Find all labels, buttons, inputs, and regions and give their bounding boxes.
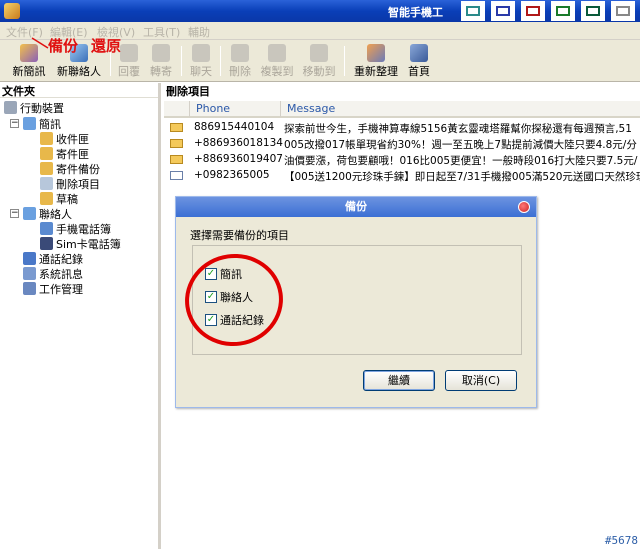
toolbar-separator (344, 46, 345, 76)
copy-to-button[interactable]: 複製到 (258, 42, 296, 80)
skin-darkgreen-button[interactable] (581, 1, 605, 21)
envelope-icon (170, 139, 183, 148)
column-message[interactable]: Message (281, 101, 640, 117)
envelope-icon (170, 123, 183, 132)
contacts-folder-icon (23, 207, 36, 220)
expander-sms[interactable]: − (10, 119, 19, 128)
refresh-button[interactable]: 重新整理 (351, 42, 401, 80)
outbox-icon (40, 147, 53, 160)
skin-blue-button[interactable] (491, 1, 515, 21)
chat-icon (192, 44, 210, 62)
cancel-button[interactable]: 取消(C) (445, 370, 517, 391)
tree-item-outbox[interactable]: 寄件匣 (40, 146, 89, 161)
continue-button[interactable]: 繼續 (363, 370, 435, 391)
tree-item-sent[interactable]: 寄件備份 (40, 161, 100, 176)
tree-item-system-message[interactable]: 系統訊息 (23, 266, 83, 281)
menu-tools[interactable]: 工具(T) (143, 24, 180, 40)
table-row[interactable]: 886915440104 探索前世今生，手機神算專線5156黃玄靈魂塔羅幫你探秘… (164, 120, 640, 136)
envelope-icon (170, 155, 183, 164)
tree-item-deleted[interactable]: 刪除項目 (40, 176, 100, 191)
chat-button[interactable]: 聊天 (186, 42, 216, 80)
column-header: Phone Message (164, 101, 640, 118)
reply-icon (120, 44, 138, 62)
dialog-title: 備份 (176, 197, 536, 217)
tree-item-call-log[interactable]: 通話紀錄 (23, 251, 83, 266)
title-bar: 智能手機工 (0, 0, 640, 22)
annotation-arrow (31, 37, 49, 49)
move-to-button[interactable]: 移動到 (300, 42, 338, 80)
message-panel-title: 刪除項目 (166, 85, 210, 98)
close-icon[interactable] (518, 201, 530, 213)
dialog-prompt: 選擇需要備份的項目 (190, 229, 289, 242)
annotation-restore: 還原 (91, 37, 122, 55)
tree-item-sms[interactable]: 簡訊 (23, 116, 61, 131)
skin-teal-button[interactable] (461, 1, 485, 21)
delete-icon (231, 44, 249, 62)
delete-button[interactable]: 刪除 (225, 42, 255, 80)
system-message-icon (23, 267, 36, 280)
table-row[interactable]: +886936019407 油價要漲，荷包要顧哦！016比005更便宜！一般時段… (164, 152, 640, 168)
folder-panel-title: 文件夾 (0, 83, 158, 98)
sent-icon (40, 162, 53, 175)
tree-item-inbox[interactable]: 收件匣 (40, 131, 89, 146)
window-title: 智能手機工 (388, 6, 443, 19)
deleted-icon (40, 177, 53, 190)
toolbar-separator (220, 46, 221, 76)
table-row[interactable]: +886936018134 005改撥017帳單現省約30%！週一至五晚上7點提… (164, 136, 640, 152)
forward-icon (152, 44, 170, 62)
skin-green-button[interactable] (551, 1, 575, 21)
call-log-icon (23, 252, 36, 265)
table-row[interactable]: +0982365005 【005送1200元珍珠手鍊】即日起至7/31手機撥00… (164, 168, 640, 184)
tree-item-phone-book[interactable]: 手機電話簿 (40, 221, 111, 236)
move-to-icon (310, 44, 328, 62)
phone-book-icon (40, 222, 53, 235)
tree-item-contacts[interactable]: 聯絡人 (23, 206, 72, 221)
refresh-icon (367, 44, 385, 62)
expander-contacts[interactable]: − (10, 209, 19, 218)
open-envelope-icon (170, 171, 183, 180)
copy-to-icon (268, 44, 286, 62)
home-button[interactable]: 首頁 (404, 42, 434, 80)
tree-item-sim-book[interactable]: Sim卡電話簿 (40, 236, 121, 251)
forward-button[interactable]: 轉寄 (146, 42, 176, 80)
menu-help[interactable]: 輔助 (188, 24, 210, 40)
watermark: #5678 (604, 534, 638, 547)
column-phone[interactable]: Phone (190, 101, 281, 117)
toolbar-separator (181, 46, 182, 76)
app-icon (4, 3, 20, 19)
device-icon (4, 101, 17, 114)
inbox-icon (40, 132, 53, 145)
folder-panel: 文件夾 行動裝置 − 簡訊 收件匣 寄件匣 寄件備份 刪除項目 草稿 − 聯絡人… (0, 83, 161, 549)
task-manager-icon (23, 282, 36, 295)
skin-red-button[interactable] (521, 1, 545, 21)
column-icon[interactable] (164, 101, 190, 117)
tree-item-task-manager[interactable]: 工作管理 (23, 281, 83, 296)
tree-item-draft[interactable]: 草稿 (40, 191, 78, 206)
sim-book-icon (40, 237, 53, 250)
draft-icon (40, 192, 53, 205)
annotation-backup: 備份 (48, 37, 79, 55)
tree-item-device[interactable]: 行動裝置 (4, 100, 64, 115)
sms-folder-icon (23, 117, 36, 130)
home-icon (410, 44, 428, 62)
skin-gray-button[interactable] (611, 1, 635, 21)
